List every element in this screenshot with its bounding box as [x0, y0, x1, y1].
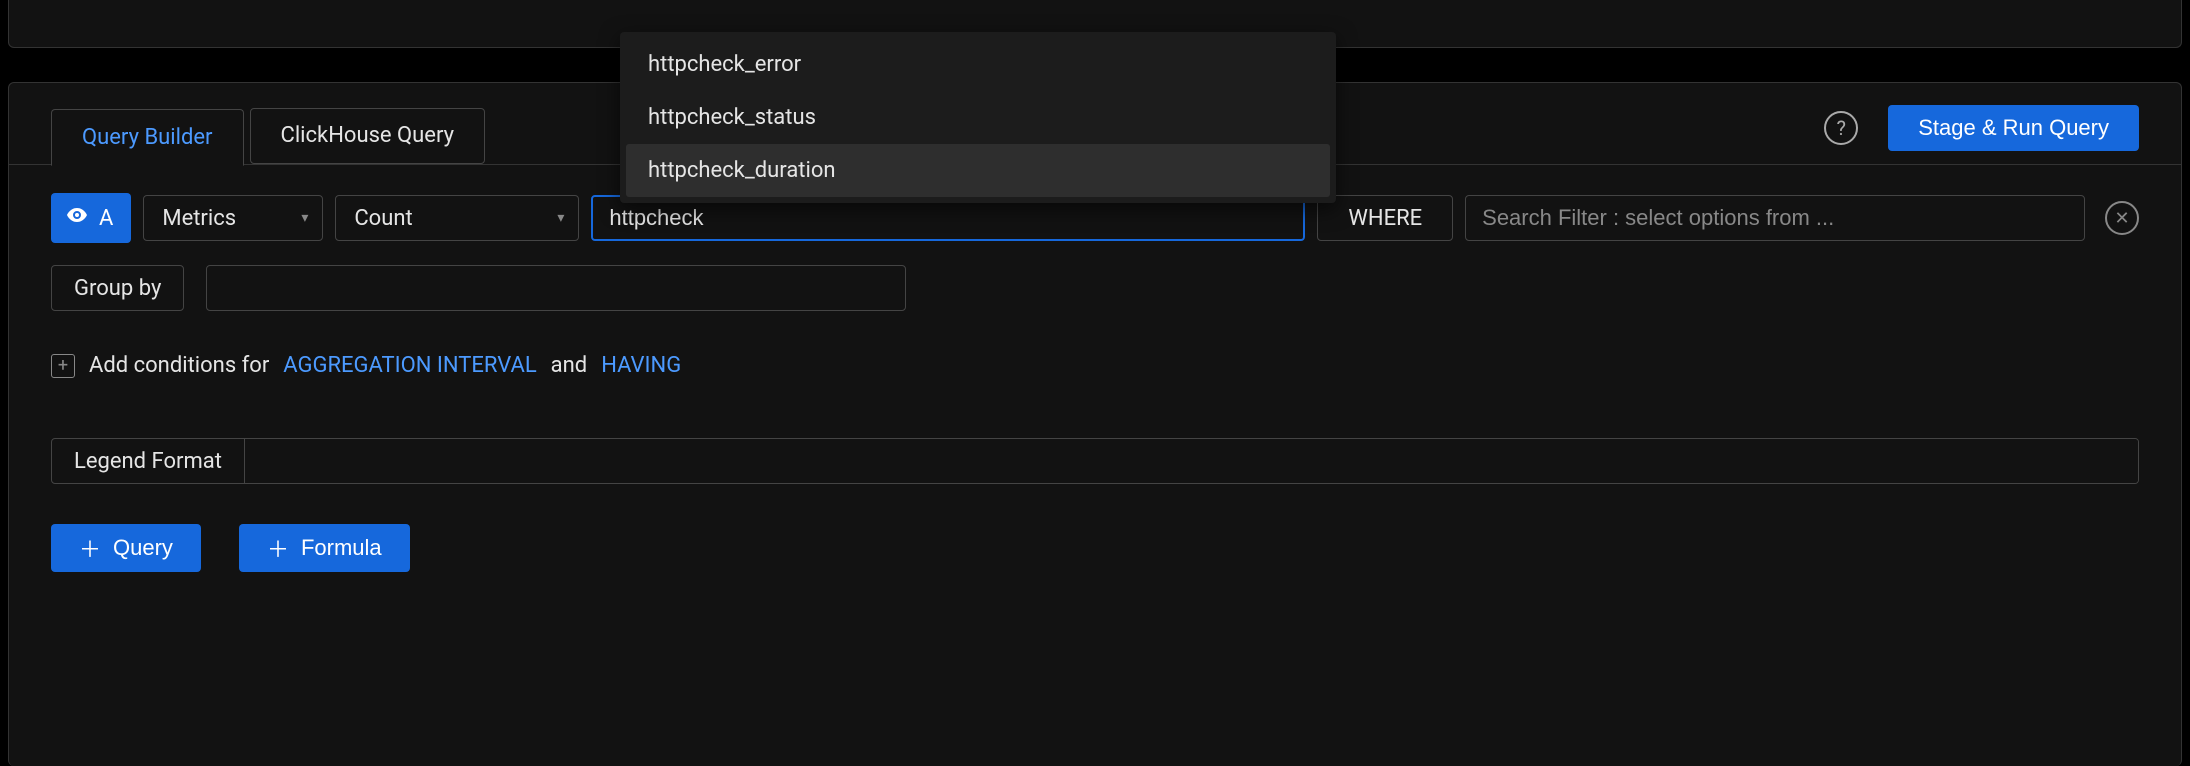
chevron-down-icon: ▾: [557, 210, 564, 226]
button-label: WHERE: [1348, 206, 1422, 231]
search-filter-input[interactable]: [1465, 195, 2085, 241]
item-label: httpcheck_error: [648, 52, 801, 77]
stage-run-query-button[interactable]: Stage & Run Query: [1888, 105, 2139, 151]
tab-label: ClickHouse Query: [281, 123, 455, 148]
add-query-button[interactable]: ＋ Query: [51, 524, 201, 572]
item-label: httpcheck_duration: [648, 158, 836, 183]
legend-format-label: Legend Format: [52, 439, 245, 483]
conditions-row: + Add conditions for AGGREGATION INTERVA…: [51, 353, 2139, 378]
help-icon[interactable]: ?: [1824, 111, 1858, 145]
metric-autocomplete-dropdown: httpcheck_error httpcheck_status httpche…: [620, 32, 1336, 203]
chevron-down-icon: ▾: [301, 210, 308, 226]
builder-body: A Metrics ▾ Count ▾ WHERE ✕ Group by: [9, 165, 2181, 600]
select-value: Count: [354, 206, 412, 231]
conditions-and: and: [551, 353, 588, 378]
plus-icon: ＋: [79, 532, 101, 564]
where-button[interactable]: WHERE: [1317, 195, 1453, 241]
clear-query-button[interactable]: ✕: [2105, 201, 2139, 235]
tab-query-builder[interactable]: Query Builder: [51, 109, 244, 166]
button-label: Stage & Run Query: [1918, 115, 2109, 140]
groupby-row: Group by: [51, 265, 2139, 311]
having-link[interactable]: HAVING: [601, 353, 681, 378]
dropdown-item-httpcheck-error[interactable]: httpcheck_error: [626, 38, 1330, 91]
legend-format-row: Legend Format: [51, 438, 2139, 484]
add-formula-button[interactable]: ＋ Formula: [239, 524, 410, 572]
bottom-buttons: ＋ Query ＋ Formula: [51, 524, 2139, 572]
eye-icon: [65, 203, 89, 233]
metrics-select[interactable]: Metrics ▾: [143, 195, 323, 241]
button-label: Query: [113, 535, 173, 561]
groupby-input[interactable]: [206, 265, 906, 311]
tab-label: Query Builder: [82, 125, 213, 150]
dropdown-item-httpcheck-duration[interactable]: httpcheck_duration: [626, 144, 1330, 197]
chip-label: A: [99, 206, 113, 231]
expand-conditions-button[interactable]: +: [51, 354, 75, 378]
legend-format-input[interactable]: [245, 439, 2138, 483]
close-icon: ✕: [2114, 208, 2129, 229]
conditions-text: Add conditions for: [89, 353, 269, 378]
button-label: Formula: [301, 535, 382, 561]
groupby-label: Group by: [51, 265, 184, 311]
aggregation-select[interactable]: Count ▾: [335, 195, 579, 241]
plus-icon: ＋: [267, 532, 289, 564]
query-chip-a[interactable]: A: [51, 193, 131, 243]
tab-clickhouse-query[interactable]: ClickHouse Query: [250, 108, 486, 164]
dropdown-item-httpcheck-status[interactable]: httpcheck_status: [626, 91, 1330, 144]
item-label: httpcheck_status: [648, 105, 816, 130]
aggregation-interval-link[interactable]: AGGREGATION INTERVAL: [283, 353, 536, 378]
select-value: Metrics: [162, 206, 236, 231]
